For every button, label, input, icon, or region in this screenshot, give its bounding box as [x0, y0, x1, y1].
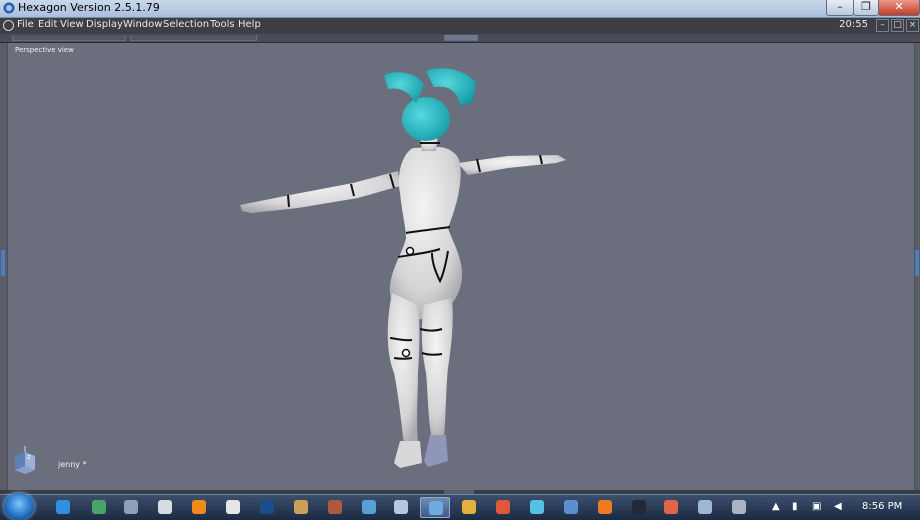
taskbar-app-button[interactable]	[420, 497, 450, 518]
taskbar-app-button[interactable]	[184, 497, 214, 518]
browser-icon	[362, 500, 376, 514]
taskbar-app-button[interactable]	[116, 497, 146, 518]
drawing-app-icon	[294, 500, 308, 514]
menu-file[interactable]: File	[17, 19, 34, 30]
tray-volume-icon[interactable]: ◀	[834, 501, 844, 513]
disc-icon	[226, 500, 240, 514]
taskbar-app-button[interactable]	[252, 497, 282, 518]
panel-minimize-button[interactable]: –	[876, 19, 889, 32]
window-titlebar: Hexagon Version 2.5.1.79 – ❐ ✕	[0, 0, 920, 18]
paint-icon	[664, 500, 678, 514]
minimize-button[interactable]: –	[826, 0, 854, 16]
avatar-app-icon	[328, 500, 342, 514]
app-logo-icon	[3, 20, 14, 31]
settings-icon	[124, 500, 138, 514]
tray-network-icon[interactable]: ▣	[812, 501, 822, 513]
network-app-icon	[732, 500, 746, 514]
taskbar-app-button[interactable]	[218, 497, 248, 518]
panel-restore-button[interactable]: □	[891, 19, 904, 32]
notes-icon	[394, 500, 408, 514]
menu-selection[interactable]: Selection	[163, 19, 209, 30]
taskbar-app-button[interactable]	[522, 497, 552, 518]
left-panel-edge[interactable]	[0, 43, 7, 490]
taskbar-app-button[interactable]	[354, 497, 384, 518]
axis-gizmo-icon	[15, 446, 35, 474]
monitor-icon	[698, 500, 712, 514]
menu-help[interactable]: Help	[238, 19, 261, 30]
archive-icon	[462, 500, 476, 514]
toolbar-strip	[0, 34, 920, 43]
windows-taskbar: ▲ ▮ ▣ ◀ 8:56 PM	[0, 493, 920, 520]
taskbar-app-button[interactable]	[386, 497, 416, 518]
taskbar-app-button[interactable]	[556, 497, 586, 518]
toolbar-expand-handle[interactable]	[444, 35, 478, 41]
menu-tools[interactable]: Tools	[210, 19, 235, 30]
close-button[interactable]: ✕	[878, 0, 920, 16]
menu-display[interactable]: Display	[86, 19, 123, 30]
character-model[interactable]	[8, 43, 914, 490]
object-name-label: jenny *	[58, 460, 87, 469]
taskbar-app-button[interactable]	[320, 497, 350, 518]
file-manager-icon	[92, 500, 106, 514]
taskbar-app-button[interactable]	[84, 497, 114, 518]
taskbar-app-button[interactable]	[488, 497, 518, 518]
ie-icon	[56, 500, 70, 514]
toolbar-collapse-tab[interactable]	[12, 35, 126, 41]
taskbar-app-button[interactable]	[590, 497, 620, 518]
play-icon	[564, 500, 578, 514]
left-panel-handle[interactable]	[1, 250, 5, 276]
taskbar-app-button[interactable]	[724, 497, 754, 518]
right-panel-handle[interactable]	[915, 250, 919, 276]
axis-label: z	[27, 453, 31, 461]
start-button[interactable]	[4, 493, 34, 520]
menu-bar: File Edit View Display Window Selection …	[0, 18, 920, 34]
tray-device-icon[interactable]: ▮	[792, 501, 802, 513]
panel-close-button[interactable]: ×	[906, 19, 919, 32]
app-icon-black	[632, 500, 646, 514]
perspective-viewport[interactable]: Perspective view z jenny *	[7, 43, 915, 490]
maximize-button[interactable]: ❐	[853, 0, 879, 16]
power-icon	[530, 500, 544, 514]
taskbar-app-button[interactable]	[454, 497, 484, 518]
photoshop-icon	[260, 500, 274, 514]
chrome-icon	[496, 500, 510, 514]
window-title: Hexagon Version 2.5.1.79	[18, 1, 160, 14]
vlc-icon	[192, 500, 206, 514]
taskbar-app-button[interactable]	[286, 497, 316, 518]
menu-edit[interactable]: Edit	[38, 19, 57, 30]
media-player-icon	[158, 500, 172, 514]
toolbar-collapse-tab[interactable]	[130, 35, 257, 41]
avast-icon	[598, 500, 612, 514]
taskbar-app-button[interactable]	[690, 497, 720, 518]
menu-window[interactable]: Window	[123, 19, 162, 30]
menu-clock: 20:55	[839, 19, 868, 30]
taskbar-app-button[interactable]	[624, 497, 654, 518]
taskbar-clock[interactable]: 8:56 PM	[862, 501, 902, 512]
tray-show-hidden-icon[interactable]: ▲	[772, 501, 782, 513]
taskbar-app-button[interactable]	[656, 497, 686, 518]
taskbar-app-button[interactable]	[150, 497, 180, 518]
taskbar-app-button[interactable]	[48, 497, 78, 518]
hexagon-app-icon	[3, 2, 15, 14]
menu-view[interactable]: View	[60, 19, 84, 30]
hexagon-icon	[429, 501, 443, 515]
